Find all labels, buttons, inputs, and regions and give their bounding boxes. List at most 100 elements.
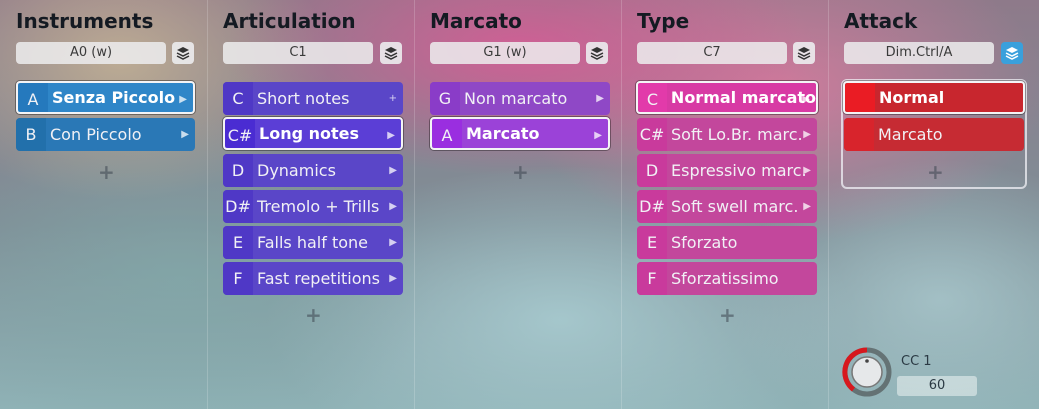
- attack-item-normal[interactable]: Normal: [843, 81, 1025, 114]
- chevron-right-icon[interactable]: ▶: [387, 119, 395, 152]
- layers-icon: [384, 47, 398, 60]
- item-key: E: [637, 226, 667, 259]
- marcato-item-non-marcato[interactable]: G Non marcato ▶: [430, 82, 610, 115]
- item-key: F: [637, 262, 667, 295]
- item-key: G: [430, 82, 460, 115]
- type-item-sforzato[interactable]: E Sforzato: [637, 226, 817, 259]
- add-instrument-button[interactable]: +: [98, 160, 115, 184]
- item-label: Normal marcato: [670, 88, 816, 107]
- articulation-item-fast-repetitions[interactable]: F Fast repetitions ▶: [223, 262, 403, 295]
- add-articulation-button[interactable]: +: [305, 303, 322, 327]
- item-label: Soft Lo.Br. marc.: [671, 125, 803, 144]
- articulation-item-falls-half-tone[interactable]: E Falls half tone ▶: [223, 226, 403, 259]
- item-key: A: [18, 83, 48, 112]
- articulation-item-long-notes[interactable]: C# Long notes ▶: [223, 117, 403, 150]
- add-type-button[interactable]: +: [719, 303, 736, 327]
- item-key: D#: [223, 190, 253, 223]
- cc-value-field[interactable]: 60: [897, 376, 977, 396]
- articulation-layers-button[interactable]: [380, 42, 402, 64]
- item-key: A: [432, 119, 462, 148]
- item-key: D#: [637, 190, 667, 223]
- item-key: [845, 83, 875, 112]
- instrument-item-con-piccolo[interactable]: B Con Piccolo ▶: [16, 118, 195, 151]
- chevron-right-icon[interactable]: ▶: [803, 154, 811, 187]
- item-label: Marcato: [466, 124, 540, 143]
- type-item-soft-lo-br-marc[interactable]: C# Soft Lo.Br. marc. ▶: [637, 118, 817, 151]
- item-key: C: [638, 83, 667, 112]
- marcato-column: Marcato G1 (w) G Non marcato ▶ A Marcato…: [415, 0, 622, 409]
- chevron-right-icon[interactable]: ▶: [389, 226, 397, 259]
- knob-icon: [842, 347, 892, 397]
- item-label: Falls half tone: [257, 233, 369, 252]
- type-item-espressivo-marc[interactable]: D Espressivo marc. ▶: [637, 154, 817, 187]
- item-label: Long notes: [259, 124, 360, 143]
- chevron-right-icon[interactable]: ▶: [803, 118, 811, 151]
- chevron-right-icon[interactable]: ▶: [594, 119, 602, 152]
- item-label: Fast repetitions: [257, 269, 381, 288]
- chevron-right-icon[interactable]: ▶: [179, 83, 187, 116]
- chevron-right-icon[interactable]: ▶: [803, 190, 811, 223]
- item-label: Soft swell marc.: [671, 197, 799, 216]
- item-key: B: [16, 118, 46, 151]
- item-key: E: [223, 226, 253, 259]
- item-label: Sforzato: [671, 233, 738, 252]
- item-label: Espressivo marc.: [671, 161, 807, 180]
- articulation-column: Articulation C1 C Short notes + C# Long …: [208, 0, 415, 409]
- articulation-item-tremolo-trills[interactable]: D# Tremolo + Trills ▶: [223, 190, 403, 223]
- item-key: C: [223, 82, 253, 115]
- add-attack-button[interactable]: +: [927, 160, 944, 184]
- attack-layers-button[interactable]: [1001, 42, 1023, 64]
- cc-knob[interactable]: [842, 347, 892, 397]
- layers-icon: [1005, 47, 1019, 60]
- item-label: Normal: [879, 88, 945, 107]
- articulation-item-short-notes[interactable]: C Short notes +: [223, 82, 403, 115]
- articulation-item-dynamics[interactable]: D Dynamics ▶: [223, 154, 403, 187]
- type-keyswitch-field[interactable]: C7: [637, 42, 787, 64]
- item-key: F: [223, 262, 253, 295]
- type-item-soft-swell-marc[interactable]: D# Soft swell marc. ▶: [637, 190, 817, 223]
- chevron-right-icon[interactable]: ▶: [389, 154, 397, 187]
- attack-title: Attack: [844, 9, 918, 33]
- instruments-column: Instruments A0 (w) A Senza Piccolo ▶ B C…: [0, 0, 208, 409]
- marcato-layers-button[interactable]: [586, 42, 608, 64]
- add-marcato-button[interactable]: +: [512, 160, 529, 184]
- item-label: Senza Piccolo: [52, 88, 176, 107]
- cc-label: CC 1: [901, 354, 932, 369]
- item-key: C#: [637, 118, 667, 151]
- item-key: C#: [225, 119, 255, 148]
- type-item-normal-marcato[interactable]: C Normal marcato ▶: [636, 81, 818, 114]
- item-label: Tremolo + Trills: [257, 197, 380, 216]
- attack-keyswitch-field[interactable]: Dim.Ctrl/A: [844, 42, 994, 64]
- marcato-item-marcato[interactable]: A Marcato ▶: [430, 117, 610, 150]
- item-key: D: [223, 154, 253, 187]
- layers-icon: [176, 47, 190, 60]
- chevron-right-icon[interactable]: ▶: [596, 82, 604, 115]
- layers-icon: [590, 47, 604, 60]
- item-label: Short notes: [257, 89, 350, 108]
- item-label: Non marcato: [464, 89, 568, 108]
- item-label: Con Piccolo: [50, 125, 142, 144]
- chevron-right-icon[interactable]: ▶: [389, 190, 397, 223]
- layers-icon: [797, 47, 811, 60]
- type-item-sforzatissimo[interactable]: F Sforzatissimo: [637, 262, 817, 295]
- item-label: Dynamics: [257, 161, 336, 180]
- chevron-right-icon[interactable]: ▶: [181, 118, 189, 151]
- articulation-keyswitch-field[interactable]: C1: [223, 42, 373, 64]
- plus-icon[interactable]: +: [389, 82, 397, 115]
- instruments-title: Instruments: [16, 9, 154, 33]
- instrument-item-senza-piccolo[interactable]: A Senza Piccolo ▶: [16, 81, 195, 114]
- instruments-layers-button[interactable]: [172, 42, 194, 64]
- instruments-keyswitch-field[interactable]: A0 (w): [16, 42, 166, 64]
- type-layers-button[interactable]: [793, 42, 815, 64]
- articulation-title: Articulation: [223, 9, 356, 33]
- marcato-keyswitch-field[interactable]: G1 (w): [430, 42, 580, 64]
- type-column: Type C7 C Normal marcato ▶ C# Soft Lo.Br…: [622, 0, 829, 409]
- item-label: Sforzatissimo: [671, 269, 779, 288]
- type-title: Type: [637, 9, 690, 33]
- item-label: Marcato: [878, 125, 943, 144]
- item-key: [844, 118, 874, 151]
- chevron-right-icon[interactable]: ▶: [802, 83, 810, 116]
- chevron-right-icon[interactable]: ▶: [389, 262, 397, 295]
- marcato-title: Marcato: [430, 9, 522, 33]
- attack-item-marcato[interactable]: Marcato: [844, 118, 1024, 151]
